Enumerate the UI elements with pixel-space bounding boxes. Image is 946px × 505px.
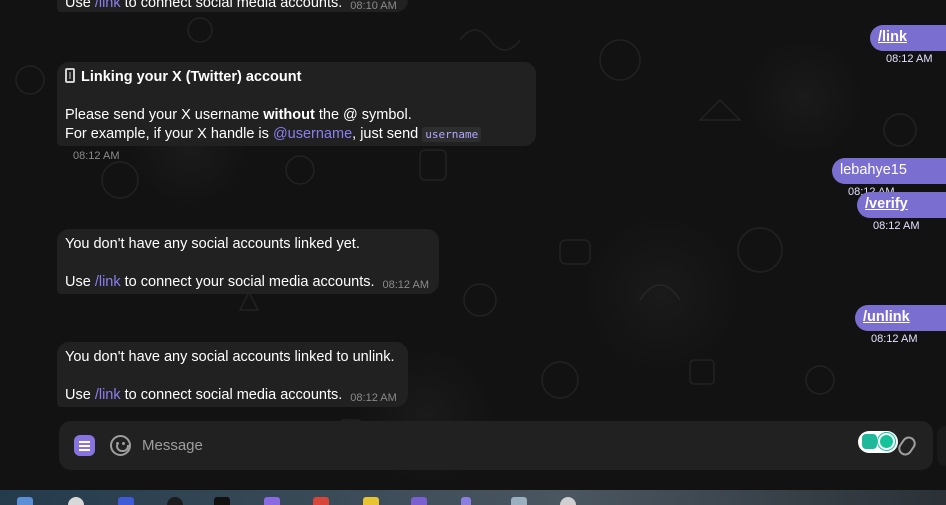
message-line: You don't have any social accounts linke… — [65, 236, 360, 252]
message-bubble-outgoing: lebahye1508:12 AM — [832, 158, 946, 198]
message-time: 08:10 AM — [350, 0, 397, 12]
extension-a-icon[interactable] — [862, 434, 877, 449]
taskbar-app-icon[interactable] — [511, 497, 527, 505]
chat-background: Use /link to connect social media accoun… — [0, 0, 946, 490]
paperclip-icon[interactable] — [895, 433, 919, 459]
taskbar-app-icon[interactable] — [411, 497, 427, 505]
message-time: 08:12 AM — [350, 392, 397, 404]
link-command[interactable]: /link — [95, 274, 121, 290]
taskbar-app-icon[interactable] — [167, 497, 183, 505]
taskbar-app-icon[interactable] — [214, 497, 230, 505]
taskbar-app-icon[interactable] — [264, 497, 280, 505]
menu-icon[interactable] — [74, 435, 95, 456]
mobile-phone-icon — [65, 68, 75, 83]
message-bubble-incoming: You don't have any social accounts linke… — [57, 229, 439, 294]
message-bubble-outgoing: /unlink 08:12 AM — [855, 305, 946, 345]
message-text: lebahye15 — [840, 162, 907, 178]
message-bubble-outgoing: /verify 08:12 AM — [857, 192, 946, 232]
message-line: Use /link to connect your social media a… — [65, 273, 431, 295]
message-time: 08:12 AM — [886, 53, 933, 65]
inline-code[interactable]: username — [422, 127, 482, 142]
message-line: For example, if your X handle is @userna… — [65, 125, 528, 166]
taskbar — [0, 490, 946, 505]
message-input[interactable] — [142, 434, 742, 456]
message-text: to connect social media accounts. — [120, 0, 343, 11]
message-bubble-incoming: You don't have any social accounts linke… — [57, 342, 408, 407]
taskbar-app-icon[interactable] — [118, 497, 134, 505]
grammarly-icon[interactable] — [878, 433, 895, 450]
message-line: Use /link to connect social media accoun… — [65, 386, 400, 408]
message-time: 08:12 AM — [873, 220, 920, 232]
message-title: Linking your X (Twitter) account — [65, 68, 528, 87]
taskbar-app-icon[interactable] — [17, 497, 33, 505]
message-time: 08:12 AM — [871, 333, 918, 345]
message-bubble-outgoing: /link 08:12 AM — [870, 25, 946, 65]
gear-icon[interactable] — [560, 497, 576, 505]
message-time: 08:12 AM — [73, 150, 120, 162]
verify-command[interactable]: /verify — [865, 196, 908, 212]
message-line: You don't have any social accounts linke… — [65, 349, 395, 365]
link-command[interactable]: /link — [95, 387, 121, 403]
mention-link[interactable]: @username — [273, 126, 352, 142]
message-line: Please send your X username without the … — [65, 107, 412, 123]
taskbar-app-icon[interactable] — [68, 497, 84, 505]
send-button-edge[interactable] — [937, 426, 946, 466]
taskbar-app-icon[interactable] — [313, 497, 329, 505]
message-text: Use — [65, 0, 95, 11]
link-command[interactable]: /link — [95, 0, 121, 11]
message-bubble-incoming: Linking your X (Twitter) account Please … — [57, 62, 536, 162]
message-time: 08:12 AM — [382, 279, 429, 291]
taskbar-app-icon[interactable] — [363, 497, 379, 505]
message-composer — [59, 421, 933, 470]
taskbar-app-icon[interactable] — [461, 497, 471, 505]
message-bubble-incoming: Use /link to connect social media accoun… — [57, 0, 408, 12]
unlink-command[interactable]: /unlink — [863, 309, 910, 325]
link-command[interactable]: /link — [878, 29, 907, 45]
extension-icon[interactable] — [858, 431, 898, 453]
emoji-icon[interactable] — [110, 435, 131, 456]
